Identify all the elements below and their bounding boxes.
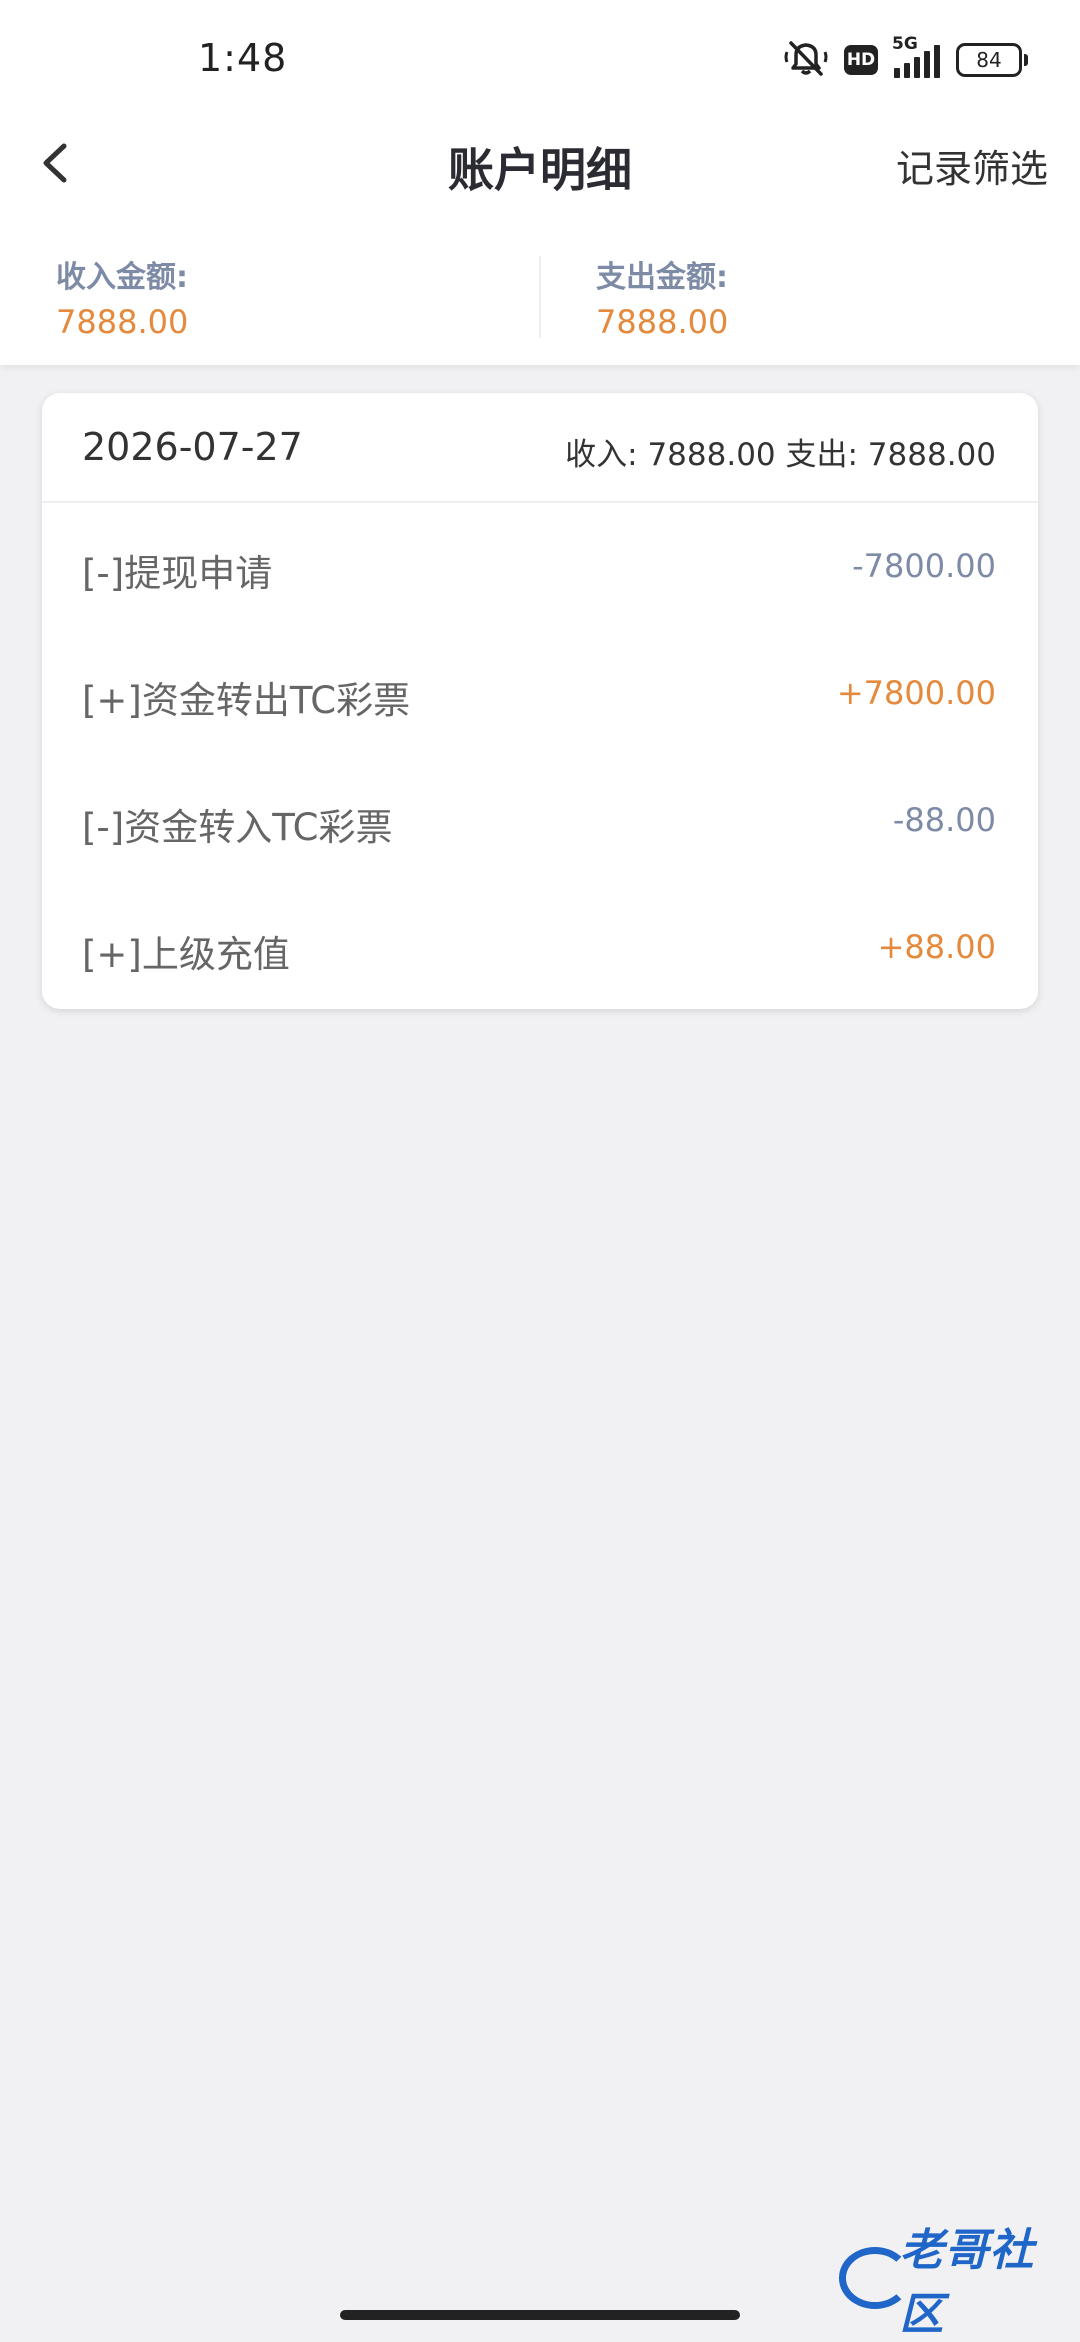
nav-bar: 账户明细 记录筛选 bbox=[0, 110, 1080, 220]
transaction-row[interactable]: [-]提现申请 -7800.00 bbox=[42, 503, 1038, 630]
transaction-amount: +7800.00 bbox=[836, 674, 996, 712]
record-filter-button[interactable]: 记录筛选 bbox=[896, 138, 1048, 193]
transaction-label: [+]上级充值 bbox=[82, 933, 290, 976]
watermark-text: 老哥社区 bbox=[899, 2225, 1035, 2340]
transaction-row[interactable]: [-]资金转入TC彩票 -88.00 bbox=[42, 757, 1038, 884]
signal-5g-icon: 5G bbox=[892, 34, 940, 78]
battery-icon: 84 bbox=[956, 43, 1028, 77]
summary-panel: 收入金额: 7888.00 支出金额: 7888.00 bbox=[0, 220, 1080, 365]
card-header: 2026-07-27 收入: 7888.00 支出: 7888.00 bbox=[42, 393, 1038, 503]
transaction-amount: +88.00 bbox=[877, 928, 996, 966]
summary-divider bbox=[539, 256, 541, 338]
transaction-row[interactable]: [+]资金转出TC彩票 +7800.00 bbox=[42, 630, 1038, 757]
home-indicator[interactable] bbox=[340, 2310, 740, 2320]
transaction-amount: -7800.00 bbox=[852, 547, 996, 585]
transaction-label: [+]资金转出TC彩票 bbox=[82, 679, 411, 722]
income-value: 7888.00 bbox=[56, 303, 189, 341]
day-totals: 收入: 7888.00 支出: 7888.00 bbox=[565, 437, 996, 473]
battery-level: 84 bbox=[976, 48, 1002, 72]
transaction-amount: -88.00 bbox=[892, 801, 996, 839]
muted-notifications-icon bbox=[784, 38, 828, 82]
status-bar: 1:48 HD 5G 84 bbox=[0, 0, 1080, 110]
expense-summary: 支出金额: 7888.00 bbox=[596, 258, 728, 344]
transaction-list: [-]提现申请 -7800.00 [+]资金转出TC彩票 +7800.00 [-… bbox=[42, 503, 1038, 1009]
status-time: 1:48 bbox=[198, 36, 288, 80]
expense-value: 7888.00 bbox=[596, 303, 729, 341]
status-icons: HD 5G 84 bbox=[784, 34, 1028, 82]
expense-label: 支出金额: bbox=[596, 260, 728, 295]
transaction-label: [-]提现申请 bbox=[82, 552, 273, 595]
watermark-logo: 老哥社区 bbox=[839, 2225, 1064, 2340]
income-summary: 收入金额: 7888.00 bbox=[56, 258, 188, 344]
hd-icon: HD bbox=[844, 45, 878, 75]
transaction-row[interactable]: [+]上级充值 +88.00 bbox=[42, 884, 1038, 1009]
day-record-card: 2026-07-27 收入: 7888.00 支出: 7888.00 [-]提现… bbox=[42, 393, 1038, 1009]
record-date: 2026-07-27 bbox=[82, 425, 303, 469]
income-label: 收入金额: bbox=[56, 260, 188, 295]
transaction-label: [-]资金转入TC彩票 bbox=[82, 806, 393, 849]
network-label: 5G bbox=[892, 34, 918, 54]
